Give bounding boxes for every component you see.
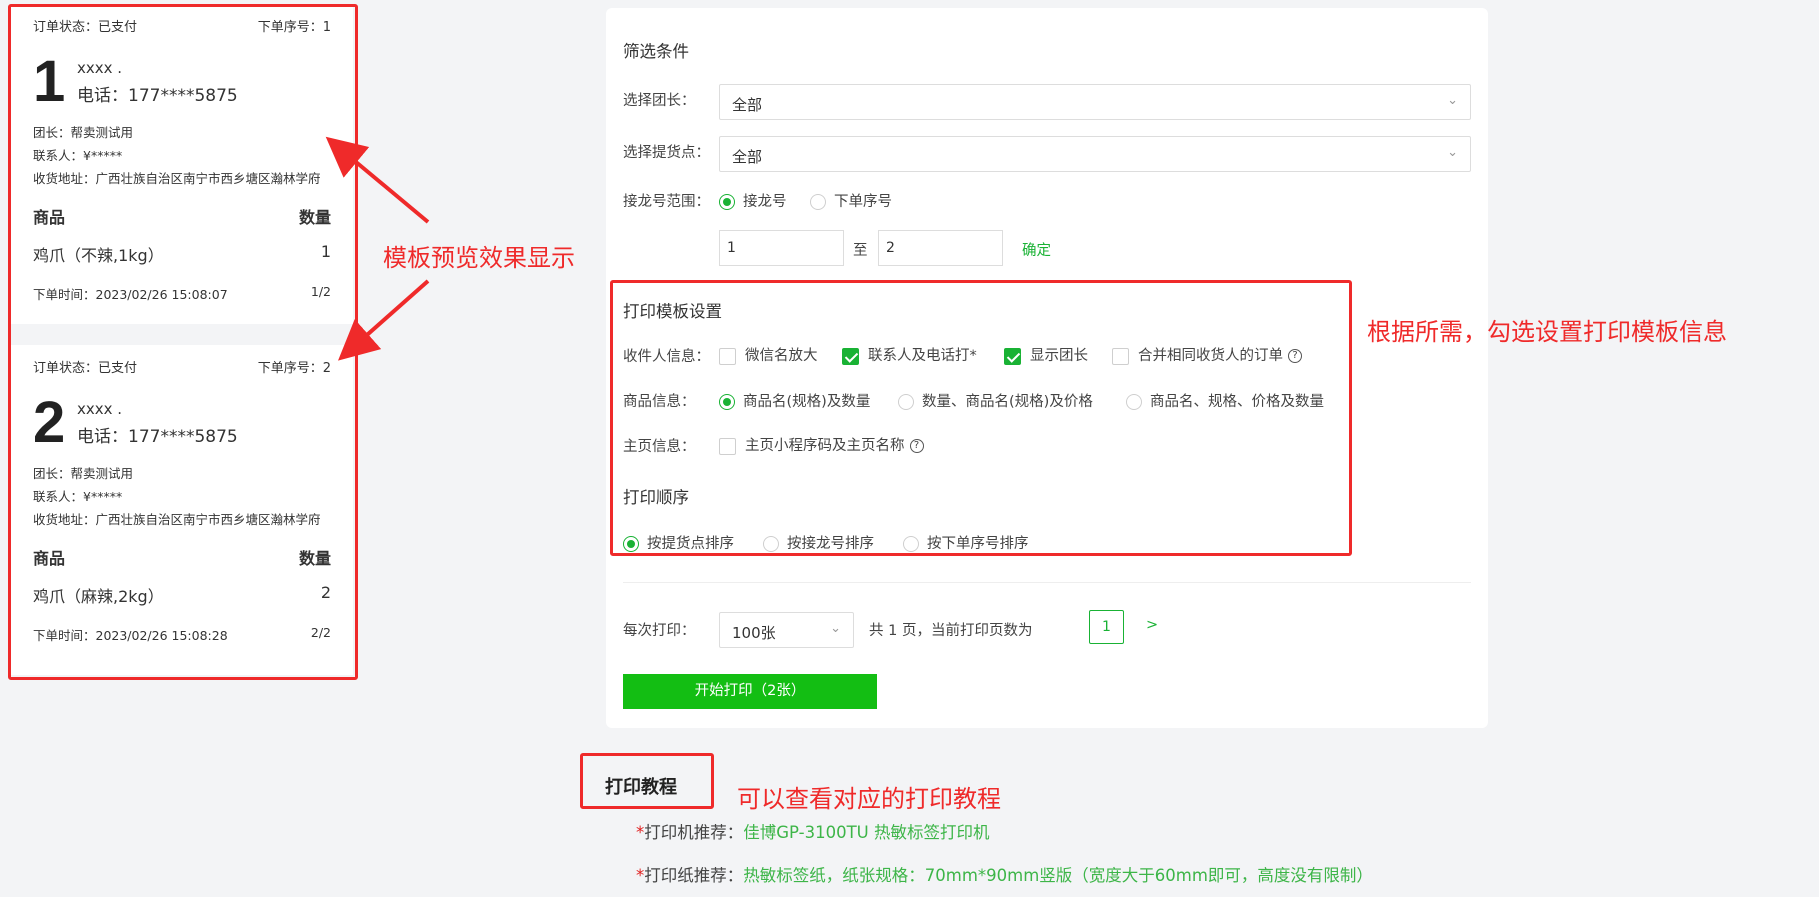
start-print-button[interactable]: 开始打印（2张） — [623, 674, 877, 709]
order-big-number: 2 — [33, 390, 66, 455]
recipient-option-merge[interactable]: 合并相同收货人的订单? — [1112, 344, 1302, 365]
range-option-jielong[interactable]: 接龙号 — [719, 190, 787, 211]
range-confirm-link[interactable]: 确定 — [1022, 239, 1051, 260]
leader-line: 团长：帮卖测试用 — [33, 125, 134, 140]
next-page-button[interactable]: > — [1146, 617, 1158, 633]
goods-header: 商品 — [33, 208, 66, 227]
range-option-seq[interactable]: 下单序号 — [810, 190, 892, 211]
page-summary: 共 1 页，当前打印页数为 — [869, 623, 1033, 639]
filter-title: 筛选条件 — [623, 42, 689, 61]
print-settings-panel: 筛选条件 选择团长： 全部 ⌄ 选择提货点： 全部 ⌄ 接龙号范围： 接龙号 下… — [606, 8, 1488, 728]
radio-unchecked-icon — [763, 536, 779, 552]
question-circle-icon[interactable]: ? — [1288, 349, 1302, 363]
checkbox-unchecked-icon — [1112, 347, 1129, 365]
home-option[interactable]: 主页小程序码及主页名称? — [719, 434, 924, 455]
order-big-number: 1 — [33, 49, 66, 114]
radio-checked-icon — [719, 194, 735, 210]
annotation-template: 根据所需，勾选设置打印模板信息 — [1367, 318, 1727, 346]
recipient-option-leader[interactable]: 显示团长 — [1004, 344, 1088, 365]
radio-checked-icon — [623, 536, 639, 552]
goods-header: 商品 — [33, 549, 66, 568]
radio-unchecked-icon — [1126, 394, 1142, 410]
item-qty: 2 — [320, 583, 331, 602]
checkbox-checked-icon — [1004, 347, 1021, 365]
tutorial-title[interactable]: 打印教程 — [605, 773, 677, 799]
per-print-label: 每次打印： — [623, 623, 696, 639]
leader-line: 团长：帮卖测试用 — [33, 466, 134, 481]
leader-select-value: 全部 — [732, 96, 763, 114]
recipient-label: 收件人信息： — [623, 349, 710, 365]
chevron-down-icon: ⌄ — [1447, 93, 1458, 108]
order-preview-card-1: 订单状态：已支付 下单序号：1 1 xxxx . 电话：177****5875 … — [11, 4, 353, 324]
order-seq: 下单序号：1 — [257, 20, 331, 35]
paper-recommendation: *打印纸推荐：热敏标签纸，纸张规格：70mm*90mm竖版（宽度大于60mm即可… — [636, 866, 1373, 885]
order-preview-card-2: 订单状态：已支付 下单序号：2 2 xxxx . 电话：177****5875 … — [11, 345, 353, 675]
pickup-select-value: 全部 — [732, 148, 763, 166]
address-line: 收货地址：广西壮族自治区南宁市西乡塘区瀚林学府 — [33, 512, 321, 527]
chevron-down-icon: ⌄ — [830, 621, 841, 636]
range-from-input[interactable]: 1 — [719, 230, 844, 266]
item-name: 鸡爪（麻辣,2kg） — [33, 587, 164, 606]
contact-line: 联系人：¥***** — [33, 489, 123, 504]
per-print-select[interactable]: 100张 ⌄ — [719, 612, 854, 648]
order-time: 下单时间：2023/02/26 15:08:28 — [33, 628, 228, 643]
customer-phone: 电话：177****5875 — [77, 85, 238, 106]
radio-unchecked-icon — [810, 194, 826, 210]
customer-phone: 电话：177****5875 — [77, 426, 238, 447]
checkbox-unchecked-icon — [719, 347, 736, 365]
leader-select[interactable]: 全部 ⌄ — [719, 84, 1471, 120]
recipient-option-contact[interactable]: 联系人及电话打* — [842, 344, 977, 365]
goods-option-3[interactable]: 商品名、规格、价格及数量 — [1126, 390, 1324, 411]
goods-option-1[interactable]: 商品名(规格)及数量 — [719, 390, 870, 411]
order-option-seq[interactable]: 按下单序号排序 — [903, 532, 1029, 553]
checkbox-checked-icon — [842, 347, 859, 365]
order-option-pickup[interactable]: 按提货点排序 — [623, 532, 734, 553]
order-page: 1/2 — [310, 284, 331, 299]
checkbox-unchecked-icon — [719, 437, 736, 455]
home-label: 主页信息： — [623, 439, 696, 455]
item-name: 鸡爪（不辣,1kg） — [33, 246, 164, 265]
chevron-down-icon: ⌄ — [1447, 145, 1458, 160]
order-option-jielong[interactable]: 按接龙号排序 — [763, 532, 874, 553]
template-title: 打印模板设置 — [623, 302, 722, 321]
arrow-to-card-2 — [338, 279, 430, 361]
order-page: 2/2 — [310, 625, 331, 640]
order-status: 订单状态：已支付 — [33, 361, 138, 376]
goods-option-2[interactable]: 数量、商品名(规格)及价格 — [898, 390, 1093, 411]
radio-checked-icon — [719, 394, 735, 410]
printer-recommendation: *打印机推荐：佳博GP-3100TU 热敏标签打印机 — [636, 823, 990, 842]
customer-name: xxxx . — [77, 58, 123, 77]
divider — [623, 582, 1471, 583]
customer-name: xxxx . — [77, 399, 123, 418]
question-circle-icon[interactable]: ? — [909, 439, 924, 453]
pickup-select[interactable]: 全部 ⌄ — [719, 136, 1471, 172]
item-qty: 1 — [320, 242, 331, 261]
contact-line: 联系人：¥***** — [33, 148, 123, 163]
radio-unchecked-icon — [898, 394, 914, 410]
per-print-value: 100张 — [732, 624, 776, 642]
address-line: 收货地址：广西壮族自治区南宁市西乡塘区瀚林学府 — [33, 171, 321, 186]
radio-unchecked-icon — [903, 536, 919, 552]
print-order-title: 打印顺序 — [623, 488, 689, 507]
page-number-button[interactable]: 1 — [1089, 610, 1124, 644]
range-to-input[interactable]: 2 — [878, 230, 1003, 266]
leader-select-label: 选择团长： — [623, 93, 696, 109]
printer-link[interactable]: 佳博GP-3100TU 热敏标签打印机 — [743, 823, 989, 842]
order-status: 订单状态：已支付 — [33, 20, 138, 35]
order-seq: 下单序号：2 — [257, 361, 331, 376]
qty-header: 数量 — [298, 208, 331, 227]
qty-header: 数量 — [298, 549, 331, 568]
paper-link[interactable]: 热敏标签纸，纸张规格：70mm*90mm竖版（宽度大于60mm即可，高度没有限制… — [743, 866, 1373, 885]
recipient-option-wechat[interactable]: 微信名放大 — [719, 344, 818, 365]
pickup-select-label: 选择提货点： — [623, 145, 710, 161]
order-time: 下单时间：2023/02/26 15:08:07 — [33, 287, 228, 302]
annotation-tutorial: 可以查看对应的打印教程 — [737, 785, 1001, 813]
goods-label: 商品信息： — [623, 394, 696, 410]
range-label: 接龙号范围： — [623, 194, 710, 210]
range-to-label: 至 — [853, 243, 868, 259]
annotation-preview: 模板预览效果显示 — [383, 244, 575, 272]
